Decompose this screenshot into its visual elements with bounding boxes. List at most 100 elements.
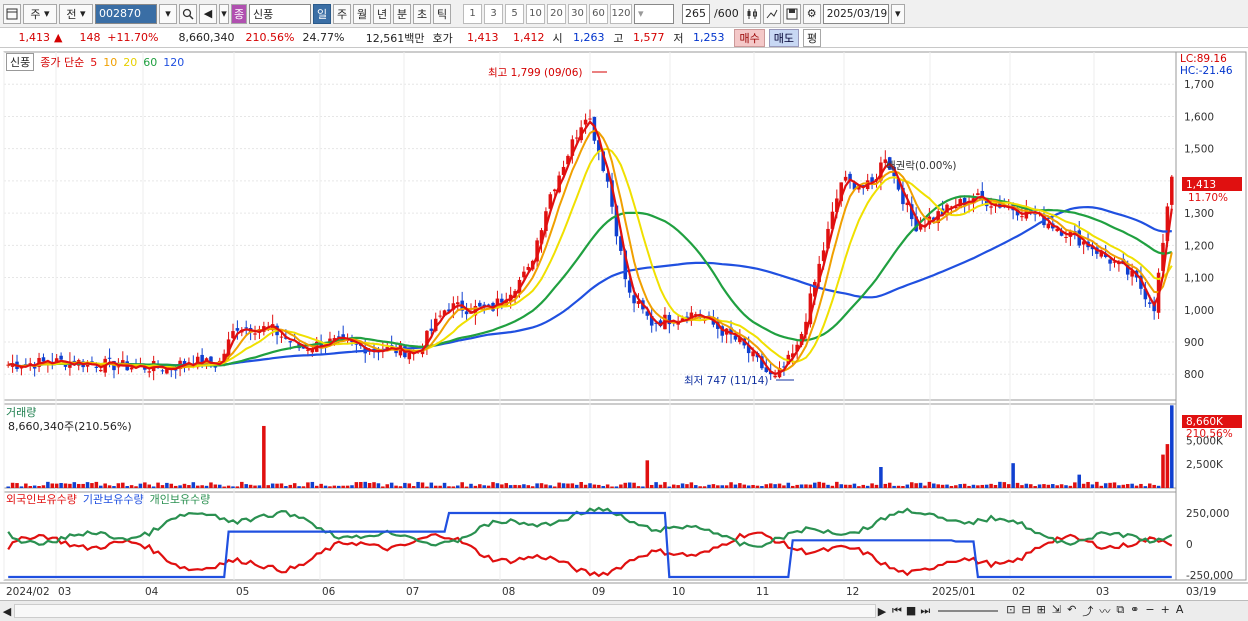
trend-icon[interactable]: ⤴ (1082, 603, 1093, 619)
stock-code-input[interactable]: 002870 (95, 3, 157, 24)
period-day[interactable]: 일 (313, 3, 331, 24)
sell-button[interactable]: 매도 (768, 28, 799, 47)
low-annotation: 최저 747 (11/14) (684, 375, 769, 387)
x-tick-label: 2025/01 (932, 586, 976, 598)
interval-60[interactable]: 60 (589, 3, 608, 24)
split-icon[interactable]: ⊟ (1021, 603, 1030, 619)
save-icon[interactable] (782, 3, 801, 24)
institution-holding-label[interactable]: 기관보유수량 (83, 491, 144, 507)
link-icon[interactable]: ⚭ (1130, 603, 1139, 619)
period-second[interactable]: 초 (413, 3, 431, 24)
volume-bar (1055, 485, 1059, 488)
buy-button[interactable]: 매수 (734, 28, 765, 47)
custom-interval-input[interactable]: ▾ (634, 3, 674, 24)
window-icon[interactable] (3, 3, 21, 24)
volume-bar (508, 485, 513, 488)
volume-bar (376, 483, 381, 488)
interval-120[interactable]: 120 (610, 3, 632, 24)
chart-area[interactable]: 1,7001,6001,5001,4001,3001,2001,1001,000… (0, 50, 1248, 600)
volume-bar (288, 484, 293, 488)
candle-body (438, 315, 442, 317)
date-input[interactable]: 2025/03/19 (822, 3, 889, 24)
volume-bar (610, 486, 614, 488)
volume-bar (447, 486, 451, 488)
price-panel-name[interactable]: 신풍 (6, 53, 35, 71)
zoom-slider[interactable] (938, 610, 999, 612)
chevron-down-icon[interactable]: ▾ (159, 3, 177, 24)
volume-bar (993, 484, 998, 488)
plus-icon[interactable]: + (1161, 603, 1170, 619)
dropdown-icon[interactable]: ▾ (219, 3, 229, 24)
scroll-left-icon[interactable]: ◀ (0, 605, 14, 618)
zigzag-icon[interactable]: 〰 (1099, 603, 1110, 619)
candle-icon[interactable] (742, 3, 761, 24)
font-size-icon[interactable]: A (1176, 603, 1184, 619)
data-count-input[interactable]: 265 (682, 3, 710, 24)
volume-bar (478, 484, 482, 488)
scale-icon[interactable]: ⇲ (1052, 603, 1061, 619)
compare-icon[interactable]: ⊞ (1037, 603, 1046, 619)
volume-bar (887, 482, 892, 488)
stock-name-field[interactable]: 신풍 (249, 3, 311, 24)
evaluate-button[interactable]: 평 (802, 28, 822, 47)
calendar-dropdown-icon[interactable]: ▾ (890, 3, 905, 24)
volume-bar (909, 482, 914, 488)
copy-icon[interactable]: ⧉ (1116, 603, 1124, 619)
interval-20[interactable]: 20 (547, 3, 566, 24)
volume-bar (121, 482, 125, 488)
draw-tool-icon[interactable] (762, 3, 781, 24)
ma120-label[interactable]: 120 (163, 56, 184, 69)
period-year[interactable]: 년 (373, 3, 391, 24)
volume-bar (1170, 405, 1174, 488)
volume-bar (663, 482, 667, 488)
low-price: 1,253 (692, 31, 725, 44)
stop-icon[interactable]: ■ (906, 604, 916, 618)
undo-icon[interactable]: ↶ (1067, 603, 1076, 619)
volume-bar (954, 485, 958, 488)
volume-bar (949, 485, 954, 488)
volume-bar (698, 486, 702, 488)
gear-icon[interactable]: ⚙ (802, 3, 821, 24)
speaker-icon[interactable]: ◀ (199, 3, 217, 24)
interval-30[interactable]: 30 (568, 3, 587, 24)
volume-bar (914, 483, 918, 488)
volume-bar (830, 485, 835, 488)
volume-bar (535, 483, 539, 488)
period-week[interactable]: 주 (333, 3, 351, 24)
volume-bar (1068, 485, 1073, 488)
volume-bar (204, 485, 209, 488)
x-tick-label: 08 (502, 586, 515, 598)
volume-bar (813, 482, 817, 488)
scroll-right-icon[interactable]: ▶ (876, 605, 888, 618)
period-tick[interactable]: 틱 (433, 3, 451, 24)
search-icon[interactable] (179, 3, 197, 24)
scope-select[interactable]: 전 ▾ (59, 3, 93, 24)
volume-bar (244, 484, 248, 488)
ma10-label[interactable]: 10 (103, 56, 117, 69)
volume-bar (143, 482, 147, 488)
ma60-label[interactable]: 60 (143, 56, 157, 69)
ma5-label[interactable]: 5 (90, 56, 97, 69)
interval-1[interactable]: 1 (463, 3, 482, 24)
interval-5[interactable]: 5 (505, 3, 524, 24)
individual-holding-label[interactable]: 개인보유수량 (150, 491, 211, 507)
market-type-select[interactable]: 주 ▾ (23, 3, 57, 24)
play-icon[interactable]: ⏭ (920, 604, 930, 618)
last-volume-label: 8,660K (1186, 416, 1224, 428)
volume-bar (381, 486, 385, 488)
period-month[interactable]: 월 (353, 3, 371, 24)
interval-3[interactable]: 3 (484, 3, 503, 24)
foreign-holding-label[interactable]: 외국인보유수량 (6, 491, 77, 507)
layout-icon[interactable]: ⊡ (1006, 603, 1015, 619)
volume-bar (786, 482, 791, 488)
scrollbar-track[interactable] (14, 604, 876, 618)
volume-bar (588, 483, 592, 488)
volume-bar (112, 486, 116, 488)
period-minute[interactable]: 분 (393, 3, 411, 24)
minus-icon[interactable]: − (1145, 603, 1154, 619)
volume-bar (222, 486, 226, 488)
ma20-label[interactable]: 20 (123, 56, 137, 69)
interval-10[interactable]: 10 (526, 3, 545, 24)
x-tick-label: 03/19 (1186, 586, 1216, 598)
first-icon[interactable]: ⏮ (892, 604, 902, 618)
